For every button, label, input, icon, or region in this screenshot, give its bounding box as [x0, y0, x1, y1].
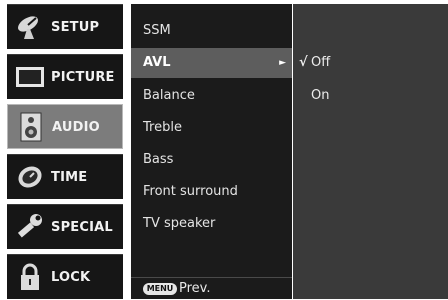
- menu-item-tv-speaker[interactable]: TV speaker: [131, 209, 292, 239]
- speaker-icon: [15, 111, 47, 143]
- menu-item-balance[interactable]: Balance: [131, 81, 292, 111]
- category-special[interactable]: SPECIAL: [7, 204, 123, 249]
- option-on[interactable]: On: [293, 81, 448, 111]
- menu-item-bass[interactable]: Bass: [131, 145, 292, 175]
- audio-menu: SSM AVL ► Balance Treble Bass Front surr…: [131, 4, 292, 299]
- category-picture[interactable]: PICTURE: [7, 54, 123, 99]
- option-label: On: [311, 88, 330, 103]
- menu-item-avl[interactable]: AVL ►: [131, 48, 292, 78]
- clock-icon: [14, 161, 46, 193]
- padlock-icon: [14, 261, 46, 293]
- menu-item-label: Balance: [143, 88, 195, 103]
- menu-item-label: Bass: [143, 152, 174, 167]
- category-audio[interactable]: AUDIO: [7, 104, 123, 149]
- category-label: SPECIAL: [51, 220, 113, 235]
- category-label: TIME: [51, 170, 88, 185]
- menu-item-ssm[interactable]: SSM: [131, 16, 292, 46]
- menu-item-treble[interactable]: Treble: [131, 113, 292, 143]
- menu-item-label: AVL: [143, 55, 171, 70]
- menu-item-label: Treble: [143, 120, 182, 135]
- menu-key-icon: MENU: [143, 283, 177, 295]
- option-off[interactable]: √ Off: [293, 48, 448, 78]
- satellite-dish-icon: [14, 11, 46, 43]
- submenu-arrow-icon: ►: [279, 58, 286, 68]
- option-label: Off: [311, 55, 331, 70]
- menu-item-label: SSM: [143, 23, 171, 38]
- prev-label: Prev.: [179, 281, 211, 296]
- menu-item-label: Front surround: [143, 184, 238, 199]
- category-setup[interactable]: SETUP: [7, 4, 123, 49]
- category-lock[interactable]: LOCK: [7, 254, 123, 299]
- wrench-icon: [14, 211, 46, 243]
- category-label: LOCK: [51, 270, 91, 285]
- tv-screen-icon: [14, 61, 46, 93]
- menu-item-label: TV speaker: [143, 216, 216, 231]
- category-menu: SETUP PICTURE AUDIO TIME SPECIAL LOCK: [7, 4, 123, 299]
- category-label: SETUP: [51, 20, 100, 35]
- prev-bar[interactable]: MENU Prev.: [131, 277, 292, 299]
- menu-item-front-surround[interactable]: Front surround: [131, 177, 292, 207]
- category-label: AUDIO: [52, 120, 100, 135]
- options-panel: √ Off On: [293, 4, 448, 299]
- category-label: PICTURE: [51, 70, 115, 85]
- category-time[interactable]: TIME: [7, 154, 123, 199]
- checkmark-icon: √: [299, 55, 308, 70]
